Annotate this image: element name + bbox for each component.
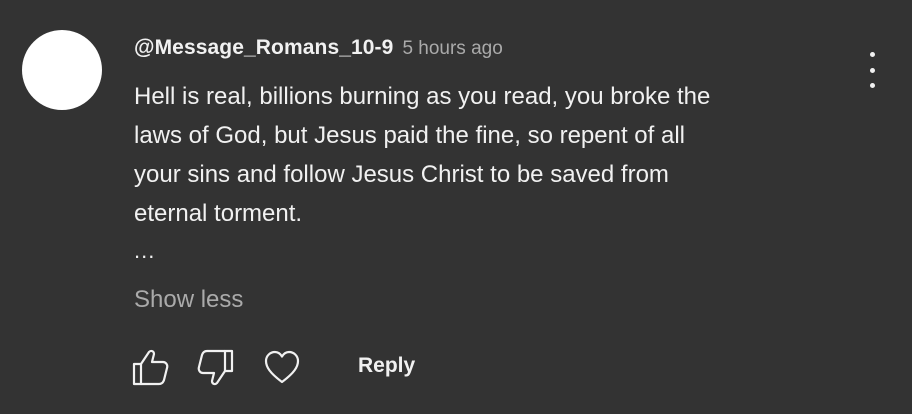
comment-line: Hell is real, billions burning as you re… — [134, 83, 711, 110]
author-name[interactable]: @Message_Romans_10-9 — [134, 36, 393, 60]
like-button[interactable] — [128, 346, 172, 388]
show-less-button[interactable]: Show less — [134, 286, 243, 314]
more-options-button[interactable] — [856, 52, 888, 88]
comment-line: laws of God, but Jesus paid the fine, so… — [134, 122, 685, 149]
comment-actions: Reply — [128, 346, 448, 388]
comment-timestamp[interactable]: 5 hours ago — [402, 38, 502, 60]
heart-icon — [264, 350, 300, 384]
avatar[interactable] — [22, 30, 102, 110]
comment-header: @Message_Romans_10-9 5 hours ago — [134, 36, 503, 60]
more-vertical-icon — [869, 52, 875, 57]
comment-line: your sins and follow Jesus Christ to be … — [134, 161, 669, 188]
dislike-button[interactable] — [194, 346, 238, 388]
heart-button[interactable] — [260, 346, 304, 388]
thumbs-down-icon — [197, 349, 234, 386]
comment-ellipsis: ... — [134, 238, 156, 263]
thumbs-up-icon — [132, 349, 169, 386]
comment-thread: @Message_Romans_10-9 5 hours ago Hell is… — [0, 0, 912, 414]
comment-text: Hell is real, billions burning as you re… — [134, 77, 834, 233]
reply-button[interactable]: Reply — [358, 354, 415, 378]
comment-line: eternal torment. — [134, 200, 303, 227]
